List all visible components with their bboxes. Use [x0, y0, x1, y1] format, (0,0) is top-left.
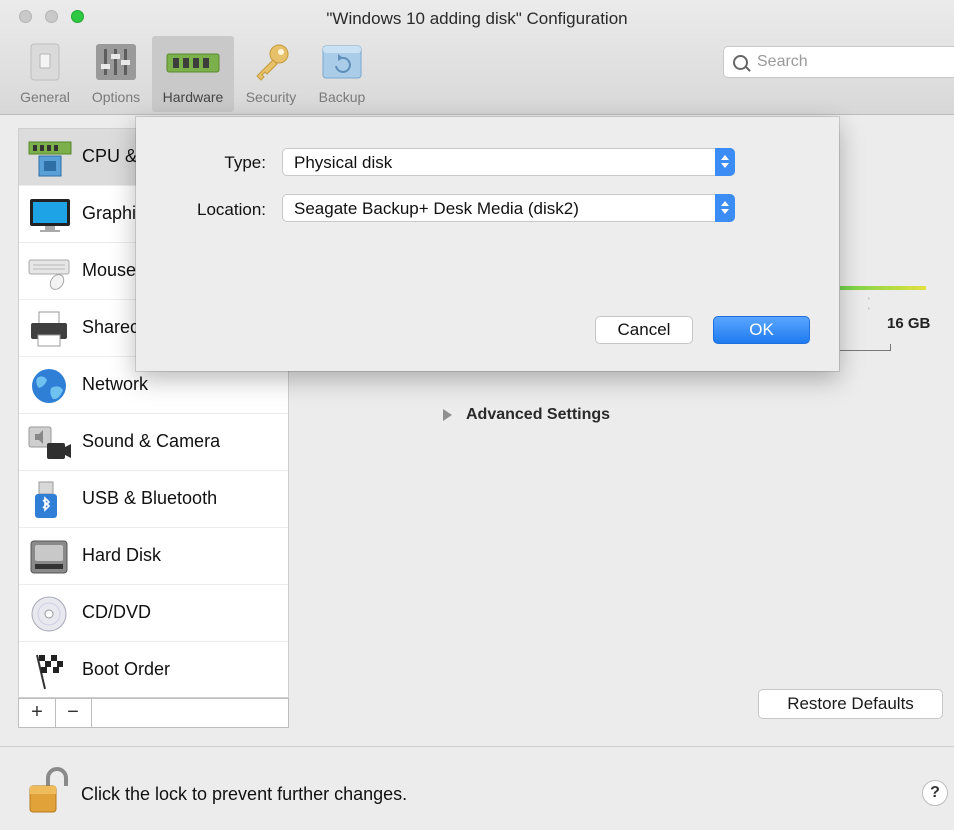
help-button[interactable]: ? [922, 780, 948, 806]
toolbar-hardware[interactable]: Hardware [152, 36, 234, 112]
sidebar-item-cd-dvd[interactable]: CD/DVD [19, 585, 288, 642]
location-popup[interactable]: Seagate Backup+ Desk Media (disk2) [282, 194, 735, 222]
add-device-button[interactable]: + [19, 699, 56, 727]
general-icon [30, 43, 60, 81]
add-disk-sheet: Type: Physical disk Location: Seagate Ba… [136, 117, 839, 371]
type-popup[interactable]: Physical disk [282, 148, 735, 176]
key-icon [256, 44, 289, 81]
popup-arrows-icon [715, 148, 735, 176]
hard-disk-icon [30, 540, 68, 574]
toolbar-label-security: Security [245, 89, 297, 105]
sidebar-item-boot-order[interactable]: Boot Order [19, 642, 288, 699]
type-label: Type: [224, 153, 266, 172]
globe-icon [32, 369, 66, 403]
boot-order-flag-icon [36, 654, 63, 690]
speaker-camera-icon [28, 426, 71, 459]
remove-device-button[interactable]: − [55, 699, 92, 727]
sidebar-item-sound-camera[interactable]: Sound & Camera [19, 414, 288, 471]
sidebar-label-cpu-memory: CPU & [82, 146, 138, 166]
memory-range-bracket [840, 344, 891, 351]
sidebar-label-sound-camera: Sound & Camera [82, 431, 221, 451]
advanced-settings-disclosure[interactable]: Advanced Settings [443, 406, 610, 424]
toolbar-backup[interactable]: Backup [310, 36, 374, 112]
toolbar-label-options: Options [91, 89, 141, 105]
sidebar-label-graphics: Graphi [82, 203, 137, 223]
toolbar-label-general: General [20, 89, 70, 105]
options-sliders-icon [96, 44, 136, 80]
cancel-button[interactable]: Cancel [595, 316, 693, 344]
memory-max-label: 16 GB [887, 315, 931, 332]
lock-icon[interactable] [26, 766, 70, 818]
sidebar-item-usb-bluetooth[interactable]: USB & Bluetooth [19, 471, 288, 528]
search-placeholder: Search [757, 53, 808, 70]
cd-dvd-icon [31, 596, 67, 632]
popup-arrows-icon [715, 194, 735, 222]
title-toolbar: "Windows 10 adding disk" Configuration G… [0, 0, 954, 115]
sidebar-controls: + − [18, 698, 289, 728]
printer-icon [31, 311, 67, 347]
sidebar-label-cd-dvd: CD/DVD [82, 602, 152, 622]
configuration-window: "Windows 10 adding disk" Configuration G… [0, 0, 954, 830]
toolbar-label-hardware: Hardware [162, 89, 224, 105]
type-value: Physical disk [294, 153, 393, 172]
ok-button[interactable]: OK [713, 316, 810, 344]
usb-bluetooth-icon [35, 481, 57, 518]
memory-tick-marks: ' ' [868, 296, 914, 316]
disclosure-triangle-icon [443, 409, 452, 421]
search-field[interactable]: Search [723, 46, 954, 78]
sidebar-item-hard-disk[interactable]: Hard Disk [19, 528, 288, 585]
hardware-chip-icon [166, 53, 220, 73]
cpu-memory-icon [28, 141, 72, 177]
keyboard-mouse-icon [28, 259, 70, 290]
sidebar-label-hard-disk: Hard Disk [82, 545, 162, 565]
sidebar-label-boot-order: Boot Order [82, 659, 171, 679]
sidebar-label-shared: Sharec [82, 317, 140, 337]
location-label: Location: [197, 200, 266, 219]
toolbar-label-backup: Backup [318, 89, 366, 105]
advanced-settings-label: Advanced Settings [466, 406, 611, 423]
footer-divider [0, 746, 954, 747]
toolbar-security[interactable]: Security [236, 36, 306, 112]
location-value: Seagate Backup+ Desk Media (disk2) [294, 199, 579, 218]
backup-icon [322, 45, 362, 79]
sidebar-label-usb-bluetooth: USB & Bluetooth [82, 488, 218, 508]
restore-defaults-button[interactable]: Restore Defaults [758, 689, 943, 719]
toolbar-general[interactable]: General [16, 36, 74, 112]
sidebar-label-network: Network [82, 374, 149, 394]
memory-slider-track[interactable] [840, 286, 926, 290]
search-icon [733, 55, 748, 70]
sidebar-label-mouse: Mouse [82, 260, 137, 280]
lock-message: Click the lock to prevent further change… [81, 784, 408, 804]
window-title: "Windows 10 adding disk" Configuration [326, 9, 628, 28]
monitor-icon [30, 199, 70, 232]
toolbar-options[interactable]: Options [84, 36, 148, 112]
